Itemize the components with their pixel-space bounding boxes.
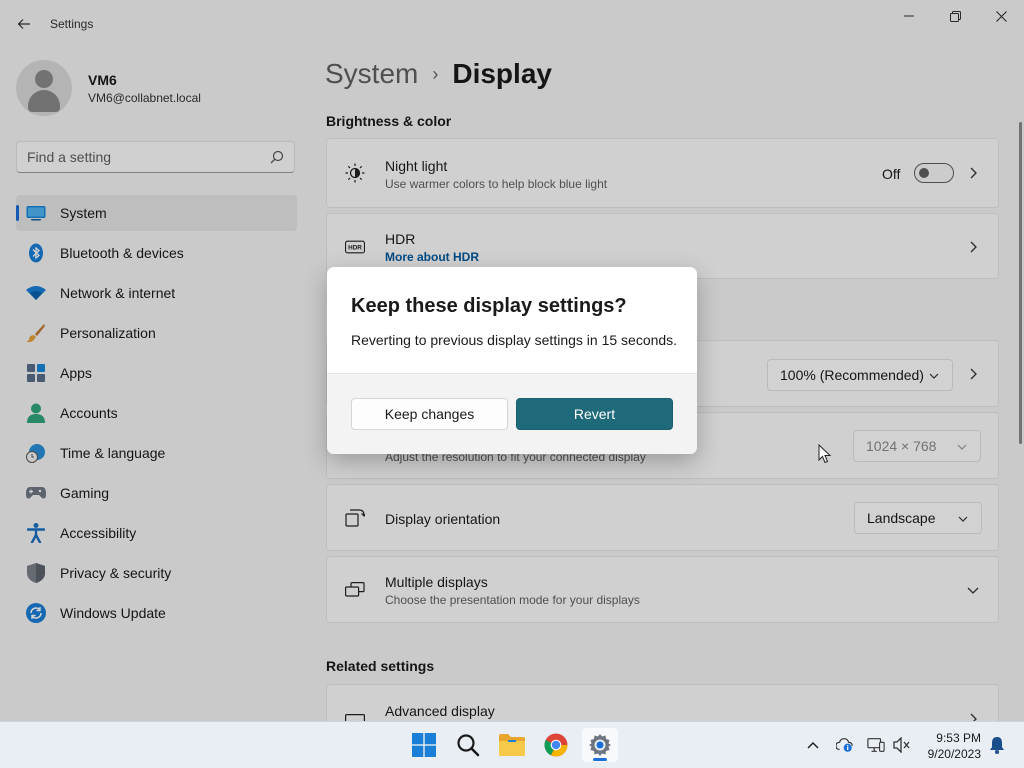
clock-time: 9:53 PM (936, 731, 981, 745)
taskbar-clock[interactable]: 9:53 PM 9/20/2023 (928, 730, 981, 762)
network-monitor-icon[interactable] (867, 736, 885, 754)
notification-bell-icon[interactable] (988, 736, 1006, 754)
mouse-cursor-icon (818, 444, 832, 464)
start-icon (412, 733, 436, 757)
settings-icon (589, 734, 611, 756)
search-icon (457, 734, 480, 757)
chrome-icon (544, 733, 568, 757)
show-hidden-icons-chevron-up-icon[interactable] (804, 736, 822, 754)
active-app-indicator (593, 758, 607, 761)
taskbar-search-button[interactable] (450, 728, 486, 762)
volume-muted-icon[interactable] (893, 736, 911, 754)
keep-settings-dialog: Keep these display settings? Reverting t… (327, 267, 697, 454)
taskbar: 9:53 PM 9/20/2023 (0, 721, 1024, 768)
settings-taskbar-button[interactable] (582, 728, 618, 762)
cloud-info-icon[interactable] (836, 736, 854, 754)
keep-changes-button[interactable]: Keep changes (351, 398, 508, 430)
clock-date: 9/20/2023 (927, 747, 981, 761)
revert-button[interactable]: Revert (516, 398, 673, 430)
dialog-message: Reverting to previous display settings i… (351, 332, 678, 348)
file-explorer-button[interactable] (494, 728, 530, 762)
chrome-button[interactable] (538, 728, 574, 762)
settings-window: Settings VM6 VM6@collabnet.local Find a … (0, 0, 1024, 721)
file-explorer-icon (499, 734, 525, 756)
start-button[interactable] (406, 728, 442, 762)
dialog-footer: Keep changes Revert (327, 373, 697, 454)
dialog-title: Keep these display settings? (351, 295, 627, 317)
